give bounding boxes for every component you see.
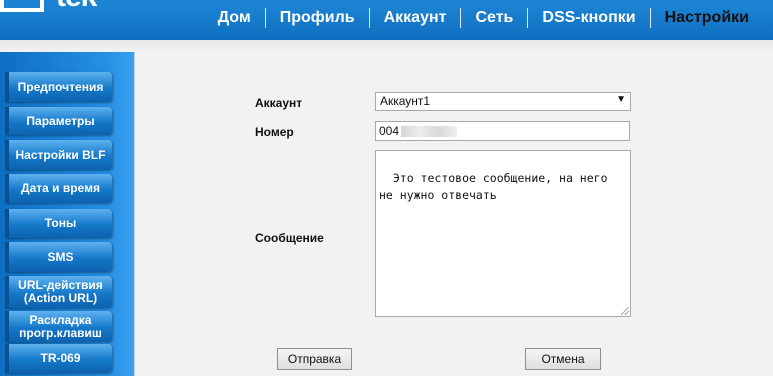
- message-label: Сообщение: [255, 231, 324, 245]
- sidebar-item-sms[interactable]: SMS: [5, 242, 112, 272]
- logo-text: tek: [56, 0, 97, 14]
- number-input-value: 004: [379, 124, 400, 138]
- nav-item-account[interactable]: Аккаунт: [368, 8, 461, 28]
- main-nav: Дом Профиль Аккаунт Сеть DSS-кнопки Наст…: [204, 6, 763, 30]
- send-button[interactable]: Отправка: [277, 348, 352, 370]
- top-header: tek Дом Профиль Аккаунт Сеть DSS-кнопки …: [0, 0, 773, 40]
- sidebar-item-parameters[interactable]: Параметры: [5, 107, 112, 135]
- nav-item-dss-keys[interactable]: DSS-кнопки: [527, 8, 649, 28]
- number-input[interactable]: 004: [375, 121, 630, 141]
- nav-item-settings[interactable]: Настройки: [649, 8, 763, 28]
- sidebar-item-tones[interactable]: Тоны: [5, 209, 112, 238]
- sidebar-item-tr069[interactable]: TR-069: [5, 344, 112, 373]
- header-divider: [0, 40, 773, 52]
- sidebar: Предпочтения Параметры Настройки BLF Дат…: [0, 52, 135, 376]
- account-select-value: Аккаунт1: [380, 94, 431, 108]
- sidebar-item-blf-settings[interactable]: Настройки BLF: [5, 140, 112, 170]
- logo-mark-icon: [0, 0, 44, 12]
- dropdown-arrow-icon: ▼: [616, 94, 626, 105]
- number-label: Номер: [255, 125, 294, 139]
- message-textarea[interactable]: Это тестовое сообщение, на него не нужно…: [375, 150, 631, 317]
- sidebar-item-softkey-layout[interactable]: Раскладка прогр.клавиш: [5, 311, 112, 342]
- account-select[interactable]: Аккаунт1 ▼: [375, 92, 631, 111]
- sidebar-item-preferences[interactable]: Предпочтения: [5, 72, 112, 102]
- message-textarea-value: Это тестовое сообщение, на него не нужно…: [379, 171, 615, 202]
- nav-item-network[interactable]: Сеть: [460, 8, 527, 28]
- redacted-number-blur: [401, 125, 458, 137]
- nav-item-profile[interactable]: Профиль: [264, 8, 369, 28]
- resize-grip-icon[interactable]: [621, 307, 629, 315]
- sidebar-item-date-time[interactable]: Дата и время: [5, 174, 112, 203]
- sidebar-item-action-url[interactable]: URL-действия (Action URL): [5, 276, 112, 308]
- cancel-button[interactable]: Отмена: [525, 348, 601, 370]
- nav-item-home[interactable]: Дом: [204, 8, 265, 28]
- account-label: Аккаунт: [255, 96, 303, 110]
- brand-logo: tek: [0, 0, 150, 16]
